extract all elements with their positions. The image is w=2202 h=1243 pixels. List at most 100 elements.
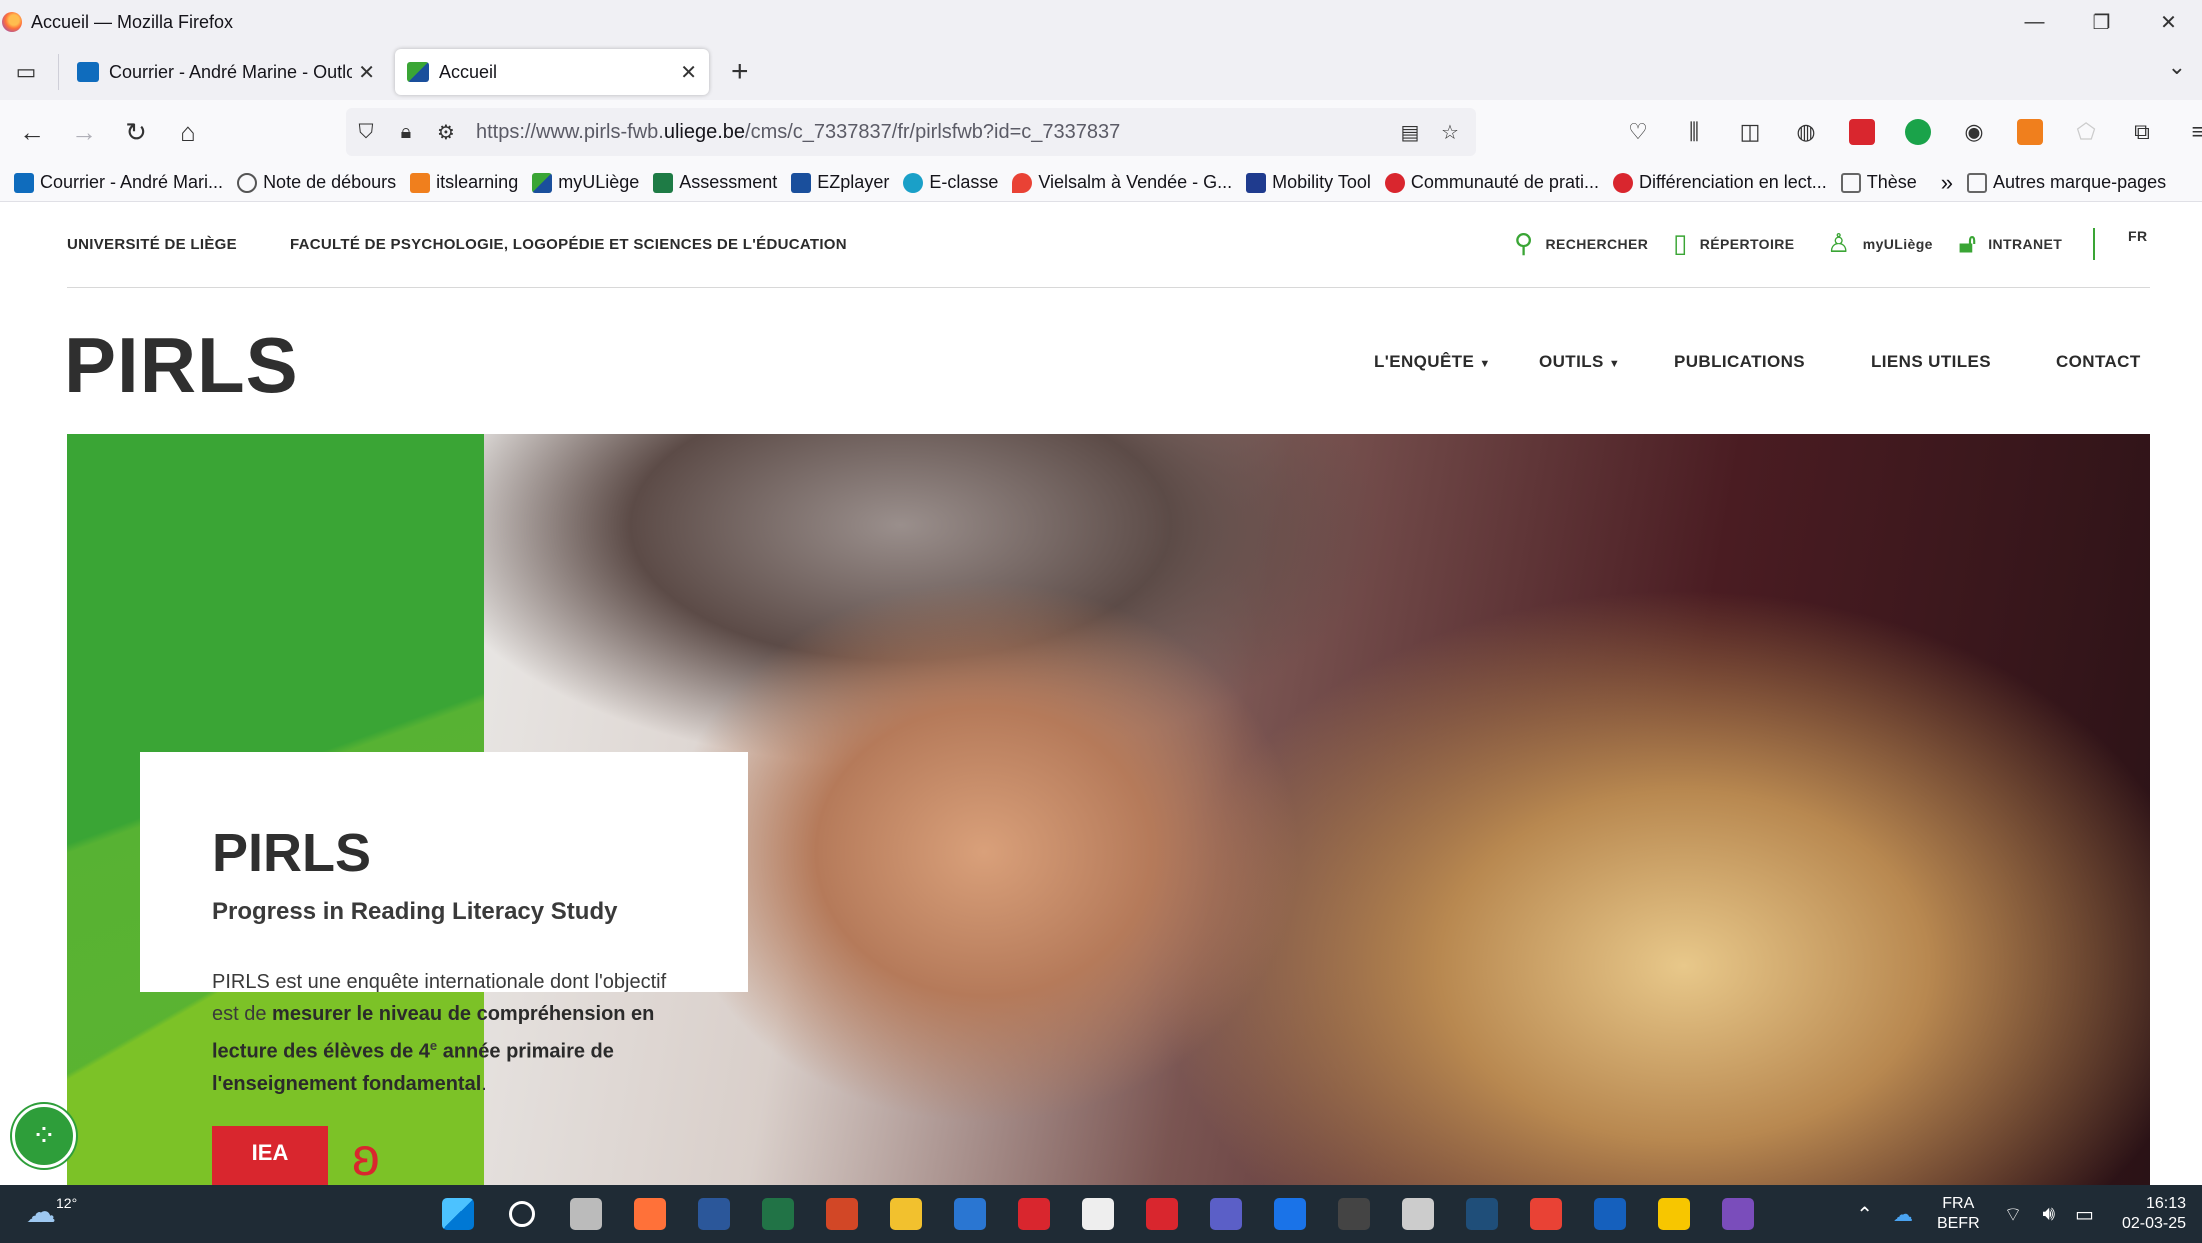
bookmarks-overflow-chevron-icon[interactable]: » — [1941, 170, 1953, 196]
onedrive-icon[interactable]: ☁ — [1893, 1202, 1913, 1227]
taskbar-app-icon[interactable] — [1066, 1193, 1130, 1235]
reader-view-icon[interactable]: ▤ — [1390, 120, 1430, 145]
tab-strip: ▭ Courrier - André Marine - Outlo ✕ Accu… — [0, 44, 2202, 100]
sc-extension-icon[interactable] — [2002, 110, 2058, 154]
minimize-button[interactable]: — — [2001, 0, 2068, 44]
url-text[interactable]: https://www.pirls-fwb.uliege.be/cms/c_73… — [476, 121, 1390, 144]
bookmark-item[interactable]: Courrier - André Mari... — [14, 172, 223, 193]
url-bar[interactable]: ⛉ 🔒︎ ⚙︎ https://www.pirls-fwb.uliege.be/… — [346, 108, 1476, 156]
card-description: PIRLS est une enquête internationale don… — [212, 971, 667, 1095]
taskbar-app-icon[interactable] — [1130, 1193, 1194, 1235]
lock-icon[interactable]: 🔒︎ — [386, 121, 426, 144]
intranet-link[interactable]: 🔓︎ INTRANET — [1959, 228, 2062, 260]
tab-outlook[interactable]: Courrier - André Marine - Outlo ✕ — [65, 49, 387, 95]
bookmark-item[interactable]: myULiège — [532, 172, 639, 193]
temperature: 12° — [56, 1195, 78, 1211]
extensions-puzzle-icon[interactable]: ⧉ — [2114, 110, 2170, 154]
taskbar-app-icon[interactable] — [874, 1193, 938, 1235]
university-link[interactable]: UNIVERSITÉ DE LIÈGE — [67, 236, 237, 253]
taskbar-app-icon[interactable] — [554, 1193, 618, 1235]
back-button[interactable]: ← — [6, 110, 58, 154]
taskbar-app-icon[interactable] — [1578, 1193, 1642, 1235]
bookmark-item[interactable]: EZplayer — [791, 172, 889, 193]
search-link[interactable]: ⚲ RECHERCHER — [1514, 228, 1648, 259]
close-tab-icon[interactable]: ✕ — [358, 60, 375, 85]
taskbar-app-icon[interactable] — [1386, 1193, 1450, 1235]
clock[interactable]: 16:13 02-03-25 — [2122, 1194, 2186, 1234]
bookmark-item[interactable]: itslearning — [410, 172, 518, 193]
taskbar-app-icon[interactable] — [1322, 1193, 1386, 1235]
firefox-view-icon[interactable]: ▭ — [0, 50, 52, 94]
menu-icon[interactable]: ≡ — [2170, 110, 2202, 154]
ezplayer-icon — [791, 172, 812, 193]
taskbar-app-icon[interactable] — [1514, 1193, 1578, 1235]
nav-survey[interactable]: L'ENQUÊTE ▼ — [1374, 352, 1491, 372]
close-tab-icon[interactable]: ✕ — [680, 60, 697, 85]
volume-icon[interactable]: 🔊︎ — [2042, 1203, 2055, 1226]
battery-icon[interactable]: ▭ — [2075, 1202, 2094, 1227]
taskbar-app-icon[interactable] — [1450, 1193, 1514, 1235]
taskbar-app-icon[interactable] — [426, 1193, 490, 1235]
nav-publications[interactable]: PUBLICATIONS — [1674, 352, 1805, 372]
disabled-extension-icon[interactable]: ⬠ — [2058, 110, 2114, 154]
new-tab-button[interactable]: + — [731, 55, 749, 89]
bookmark-item[interactable]: Mobility Tool — [1246, 172, 1371, 193]
cookie-settings-icon[interactable]: ⁘ — [12, 1104, 76, 1168]
reload-button[interactable]: ↻ — [110, 110, 162, 154]
tracking-shield-icon[interactable]: ⛉ — [346, 121, 386, 144]
myuliege-link[interactable]: ♙ myULiège — [1827, 228, 1933, 259]
account-icon[interactable]: ◉ — [1946, 110, 2002, 154]
window-title: Accueil — Mozilla Firefox — [31, 11, 234, 32]
assessment-icon — [653, 172, 674, 193]
home-button[interactable]: ⌂ — [162, 110, 214, 154]
bookmark-item[interactable]: Différenciation en lect... — [1612, 172, 1827, 193]
site-logo[interactable]: PIRLS — [64, 320, 299, 411]
taskbar-app-icon[interactable] — [1706, 1193, 1770, 1235]
nav-tools[interactable]: OUTILS ▼ — [1539, 352, 1620, 372]
taskbar-app-icon[interactable] — [1258, 1193, 1322, 1235]
bookmark-item[interactable]: Assessment — [653, 172, 777, 193]
taskbar-app-icon[interactable] — [746, 1193, 810, 1235]
bookmark-star-icon[interactable]: ☆ — [1430, 120, 1470, 145]
bookmark-item[interactable]: Communauté de prati... — [1384, 172, 1599, 193]
extension-icon[interactable]: ◍ — [1778, 110, 1834, 154]
taskbar-apps — [426, 1193, 1770, 1235]
green-extension-icon[interactable] — [1890, 110, 1946, 154]
window-titlebar: Accueil — Mozilla Firefox — ❐ ✕ — [0, 0, 2202, 44]
taskbar-app-icon[interactable] — [938, 1193, 1002, 1235]
bookmark-item[interactable]: E-classe — [903, 172, 998, 193]
faculty-link[interactable]: FACULTÉ DE PSYCHOLOGIE, LOGOPÉDIE ET SCI… — [290, 236, 847, 253]
pdf-extension-icon[interactable] — [1834, 110, 1890, 154]
permissions-icon[interactable]: ⚙︎ — [426, 120, 466, 145]
tab-label: Courrier - André Marine - Outlo — [109, 61, 353, 82]
bookmark-item[interactable]: Note de débours — [237, 172, 396, 193]
restore-button[interactable]: ❐ — [2068, 0, 2135, 44]
bookmark-folder[interactable]: Thèse — [1840, 172, 1917, 193]
bookmark-item[interactable]: Vielsalm à Vendée - G... — [1012, 172, 1232, 193]
tray-chevron-icon[interactable]: ⌃ — [1856, 1202, 1873, 1227]
wifi-icon[interactable]: ⌔ — [2004, 1202, 2023, 1227]
weather-widget[interactable]: ☁ 12° — [26, 1195, 77, 1230]
tab-accueil[interactable]: Accueil ✕ — [395, 49, 709, 95]
nav-contact[interactable]: CONTACT — [2056, 352, 2141, 372]
library-icon[interactable]: ⫼ — [1666, 110, 1722, 154]
forward-button[interactable]: → — [58, 110, 110, 154]
taskbar-app-icon[interactable] — [1642, 1193, 1706, 1235]
taskbar-app-icon[interactable] — [1002, 1193, 1066, 1235]
close-window-button[interactable]: ✕ — [2135, 0, 2202, 44]
other-bookmarks-folder[interactable]: Autres marque-pages — [1967, 172, 2166, 193]
taskbar-app-icon[interactable] — [810, 1193, 874, 1235]
pocket-icon[interactable]: ♡ — [1610, 110, 1666, 154]
language-switch[interactable]: FR — [2128, 228, 2147, 244]
taskbar-app-icon[interactable] — [682, 1193, 746, 1235]
nav-useful-links[interactable]: LIENS UTILES — [1871, 352, 1991, 372]
taskbar-app-icon[interactable] — [618, 1193, 682, 1235]
list-tabs-chevron-icon[interactable]: ⌄ — [2168, 54, 2186, 80]
taskbar-app-icon[interactable] — [1194, 1193, 1258, 1235]
padlock-icon: 🔓︎ — [1959, 228, 1977, 258]
directory-link[interactable]: ▯ RÉPERTOIRE — [1673, 228, 1794, 259]
navigation-toolbar: ← → ↻ ⌂ ⛉ 🔒︎ ⚙︎ https://www.pirls-fwb.ul… — [0, 100, 2202, 164]
sidebar-icon[interactable]: ◫ — [1722, 110, 1778, 154]
input-language[interactable]: FRA BEFR — [1937, 1194, 1980, 1234]
taskbar-app-icon[interactable] — [490, 1193, 554, 1235]
